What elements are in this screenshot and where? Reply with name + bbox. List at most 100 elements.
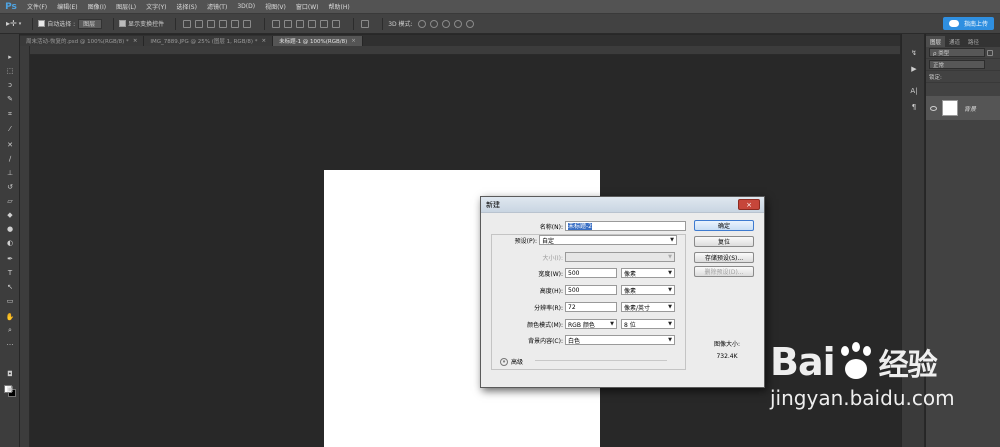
bit-depth-select[interactable]: 8 位 ▼	[621, 319, 675, 329]
clone-stamp-tool-icon[interactable]: ⊥	[5, 168, 15, 177]
filter-toggle-icon[interactable]	[987, 49, 993, 56]
preset-select[interactable]: 自定 ▼	[539, 235, 677, 245]
eyedropper-tool-icon[interactable]: ⁄	[5, 124, 15, 133]
screen-mode-icon[interactable]: ▣	[5, 384, 15, 393]
close-icon[interactable]: ×	[133, 38, 138, 44]
layer-row[interactable]: 背景	[926, 96, 1000, 120]
type-tool-icon[interactable]: T	[5, 268, 15, 277]
distribute-hcenter-icon[interactable]	[320, 19, 329, 28]
distribute-top-icon[interactable]	[272, 19, 281, 28]
tool-preset-dropdown-icon[interactable]: ▾	[19, 21, 22, 27]
resolution-input[interactable]: 72	[565, 302, 617, 312]
layer-filter-select[interactable]: ρ 类型	[929, 48, 985, 57]
3d-slide-icon[interactable]	[453, 19, 462, 28]
width-unit-select[interactable]: 像素 ▼	[621, 268, 675, 278]
paint-bucket-tool-icon[interactable]: ◆	[5, 210, 15, 219]
3d-orbit-icon[interactable]	[417, 19, 426, 28]
dodge-tool-icon[interactable]: ◐	[5, 238, 15, 247]
quick-select-tool-icon[interactable]: ✎	[5, 94, 15, 103]
move-tool-icon[interactable]: ▸	[5, 52, 15, 61]
menu-layer[interactable]: 图层(L)	[111, 2, 141, 11]
zoom-tool-icon[interactable]: ⌕	[5, 326, 15, 335]
menu-3d[interactable]: 3D(D)	[232, 3, 260, 10]
dialog-close-button[interactable]: ×	[738, 199, 760, 210]
history-panel-icon[interactable]: ↯	[909, 48, 919, 57]
path-select-tool-icon[interactable]: ↖	[5, 282, 15, 291]
actions-panel-icon[interactable]: ▶	[909, 64, 919, 73]
distribute-right-icon[interactable]	[332, 19, 341, 28]
share-upload-button[interactable]: 指南上传	[942, 17, 994, 30]
menu-select[interactable]: 选择(S)	[171, 2, 202, 11]
eye-icon[interactable]	[930, 105, 937, 111]
cloud-icon	[948, 20, 959, 27]
tab-paths[interactable]: 路径	[964, 36, 983, 47]
document-tab-active[interactable]: 未标题-1 @ 100%(RGB/8) ×	[273, 36, 363, 46]
align-hcenter-icon[interactable]	[231, 19, 240, 28]
3d-pan-icon[interactable]	[441, 19, 450, 28]
watermark-logo-right: 经验	[878, 348, 938, 383]
lasso-tool-icon[interactable]: ↄ	[5, 80, 15, 89]
auto-select-checkbox[interactable]	[38, 20, 46, 27]
close-icon[interactable]: ×	[261, 38, 266, 44]
document-tab[interactable]: 周末活动-恢复的.psd @ 100%(RGB/8) * ×	[20, 36, 145, 46]
3d-scale-icon[interactable]	[465, 19, 474, 28]
align-top-icon[interactable]	[183, 19, 192, 28]
preset-row: 预设(P): 自定 ▼	[491, 235, 677, 245]
blur-tool-icon[interactable]: ●	[5, 224, 15, 233]
advanced-toggle[interactable]: » 高级	[500, 357, 523, 366]
pen-tool-icon[interactable]: ✒	[5, 254, 15, 263]
paragraph-panel-icon[interactable]: ¶	[909, 102, 919, 111]
crop-tool-icon[interactable]: ⌗	[5, 110, 15, 119]
reset-button[interactable]: 复位	[694, 236, 754, 247]
align-vcenter-icon[interactable]	[195, 19, 204, 28]
height-input[interactable]: 500	[565, 285, 617, 295]
3d-roll-icon[interactable]	[429, 19, 438, 28]
align-right-icon[interactable]	[243, 19, 252, 28]
name-label: 名称(N):	[539, 223, 563, 231]
horizontal-ruler[interactable]	[30, 46, 900, 55]
marquee-tool-icon[interactable]: ⬚	[5, 66, 15, 75]
menu-file[interactable]: 文件(F)	[22, 2, 52, 11]
align-bottom-icon[interactable]	[207, 19, 216, 28]
lock-label: 锁定:	[929, 74, 942, 81]
blend-mode-select[interactable]: 正常	[929, 60, 985, 69]
auto-align-icon[interactable]	[361, 19, 370, 28]
menu-type[interactable]: 文字(Y)	[141, 2, 171, 11]
vertical-ruler[interactable]	[20, 46, 30, 447]
distribute-bottom-icon[interactable]	[296, 19, 305, 28]
height-unit-select[interactable]: 像素 ▼	[621, 285, 675, 295]
document-tab[interactable]: IMG_7889.JPG @ 25% (图层 1, RGB/8) * ×	[144, 36, 274, 46]
background-row: 背景内容(C): 白色 ▼	[491, 335, 675, 345]
hand-tool-icon[interactable]: ✋	[5, 312, 15, 321]
healing-brush-tool-icon[interactable]: ✕	[5, 140, 15, 149]
color-mode-select[interactable]: RGB 颜色 ▼	[565, 319, 617, 329]
background-select[interactable]: 白色 ▼	[565, 335, 675, 345]
show-transform-checkbox[interactable]	[119, 20, 127, 27]
ok-button[interactable]: 确定	[694, 220, 754, 231]
shape-tool-icon[interactable]: ▭	[5, 296, 15, 305]
auto-select-dropdown[interactable]: 图层	[78, 18, 103, 29]
distribute-left-icon[interactable]	[308, 19, 317, 28]
width-input[interactable]: 500	[565, 268, 617, 278]
name-input[interactable]: 未标题-2	[565, 221, 686, 231]
move-tool-icon[interactable]: ▸✛	[6, 19, 17, 28]
eraser-tool-icon[interactable]: ▱	[5, 196, 15, 205]
quick-mask-icon[interactable]: ◘	[5, 369, 15, 378]
menu-help[interactable]: 帮助(H)	[324, 2, 355, 11]
tab-layers[interactable]: 图层	[926, 36, 946, 47]
resolution-unit-select[interactable]: 像素/英寸 ▼	[621, 302, 675, 312]
distribute-vcenter-icon[interactable]	[284, 19, 293, 28]
menu-image[interactable]: 图像(I)	[83, 2, 111, 11]
brush-tool-icon[interactable]: ∕	[5, 154, 15, 163]
history-brush-tool-icon[interactable]: ↺	[5, 182, 15, 191]
menu-view[interactable]: 视图(V)	[260, 2, 291, 11]
menu-window[interactable]: 窗口(W)	[291, 2, 324, 11]
align-left-icon[interactable]	[219, 19, 228, 28]
save-preset-button[interactable]: 存储预设(S)...	[694, 252, 754, 263]
tab-channels[interactable]: 通道	[945, 36, 964, 47]
character-panel-icon[interactable]: A|	[909, 86, 919, 95]
menu-filter[interactable]: 滤镜(T)	[202, 2, 232, 11]
close-icon[interactable]: ×	[351, 38, 356, 44]
more-tools-icon[interactable]: …	[5, 338, 15, 347]
menu-edit[interactable]: 编辑(E)	[52, 2, 82, 11]
